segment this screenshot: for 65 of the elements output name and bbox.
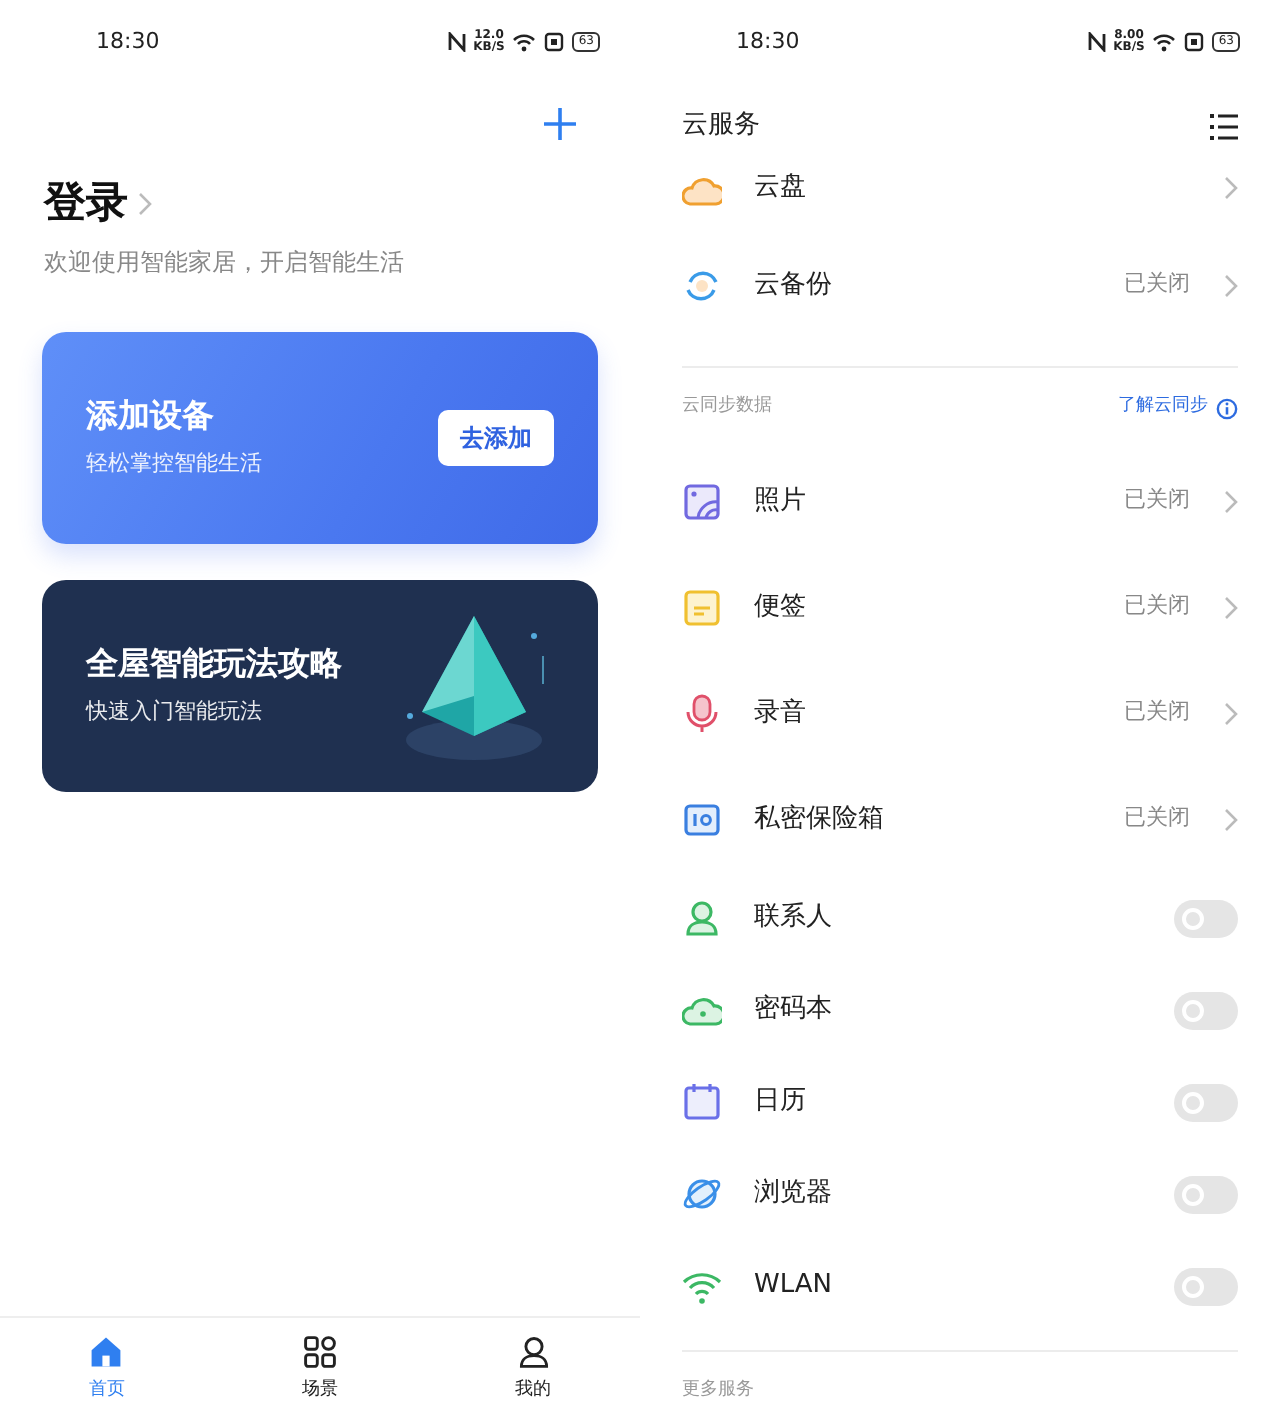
card-title: 全屋智能玩法攻略 <box>86 642 342 687</box>
person-icon <box>515 1334 552 1371</box>
list-icon[interactable] <box>1210 113 1238 139</box>
toggle-switch[interactable] <box>1174 899 1238 937</box>
list-row[interactable]: 录音 已关闭 <box>640 660 1280 766</box>
wifi-icon <box>1152 32 1177 52</box>
toggle-switch[interactable] <box>1174 1083 1238 1121</box>
screen-icon <box>544 32 565 52</box>
toggle-switch[interactable] <box>1174 1175 1238 1213</box>
home-icon <box>88 1334 125 1371</box>
calendar-icon <box>682 1082 722 1122</box>
planet-icon <box>682 1174 722 1214</box>
login-title[interactable]: 登录 <box>44 172 128 235</box>
row-label: 日历 <box>754 1084 808 1121</box>
photo-icon <box>682 481 722 521</box>
row-status: 已关闭 <box>1124 268 1190 301</box>
chevron-icon <box>1222 489 1238 513</box>
row-label: 浏览器 <box>754 1176 834 1213</box>
list-row[interactable]: 云备份 已关闭 <box>640 232 1280 338</box>
row-status: 已关闭 <box>1124 696 1190 729</box>
card-subtitle: 轻松掌控智能生活 <box>86 448 262 481</box>
row-status: 已关闭 <box>1124 802 1190 835</box>
card-title: 添加设备 <box>86 394 216 439</box>
chevron-icon <box>1222 273 1238 297</box>
card-subtitle: 快速入门智能玩法 <box>86 696 264 729</box>
toggle-switch[interactable] <box>1174 991 1238 1029</box>
microphone-icon <box>682 693 722 733</box>
screen-icon <box>1184 32 1205 52</box>
chevron-icon <box>1222 701 1238 725</box>
add-button[interactable]: 去添加 <box>438 409 554 465</box>
person-icon <box>682 898 722 938</box>
chevron-icon <box>1222 807 1238 831</box>
toggle-switch[interactable] <box>1174 1267 1238 1305</box>
nav-tab[interactable]: 场景 <box>259 1334 380 1406</box>
nfc-icon <box>1087 32 1106 52</box>
add-device-card[interactable]: 添加设备 轻松掌控智能生活 去添加 <box>42 331 598 543</box>
row-status: 已关闭 <box>1124 484 1190 517</box>
list-row[interactable]: 照片 已关闭 <box>640 448 1280 554</box>
vault-icon <box>682 799 722 839</box>
list-row[interactable]: 云盘 <box>640 168 1280 208</box>
section-title: 更多服务 <box>682 1378 754 1405</box>
section-title: 云同步数据 <box>682 394 772 421</box>
nav-tab[interactable]: 首页 <box>46 1334 167 1406</box>
list-row[interactable]: 便签 已关闭 <box>640 554 1280 660</box>
grid-icon <box>301 1334 338 1371</box>
login-subtitle: 欢迎使用智能家居，开启智能生活 <box>44 245 406 279</box>
row-label: WLAN <box>754 1268 835 1305</box>
row-label: 密码本 <box>754 992 834 1029</box>
page-title: 云服务 <box>682 108 760 145</box>
guide-card[interactable]: 全屋智能玩法攻略 快速入门智能玩法 <box>42 579 598 791</box>
wifi-icon <box>512 32 537 52</box>
row-status: 已关闭 <box>1124 590 1190 623</box>
chevron-icon <box>1222 595 1238 619</box>
add-icon[interactable] <box>544 108 576 140</box>
status-time: 18:30 <box>736 25 800 58</box>
chevron-icon <box>1222 176 1238 200</box>
row-label: 联系人 <box>754 900 834 937</box>
info-icon[interactable] <box>1216 397 1238 419</box>
note-icon <box>682 587 722 627</box>
learn-sync-link[interactable]: 了解云同步 <box>1118 394 1208 422</box>
chevron-icon[interactable] <box>136 191 152 216</box>
status-time: 18:30 <box>96 25 160 58</box>
nfc-icon <box>447 32 466 52</box>
list-row[interactable]: 私密保险箱 已关闭 <box>640 766 1280 872</box>
nav-tab[interactable]: 我的 <box>473 1334 594 1406</box>
